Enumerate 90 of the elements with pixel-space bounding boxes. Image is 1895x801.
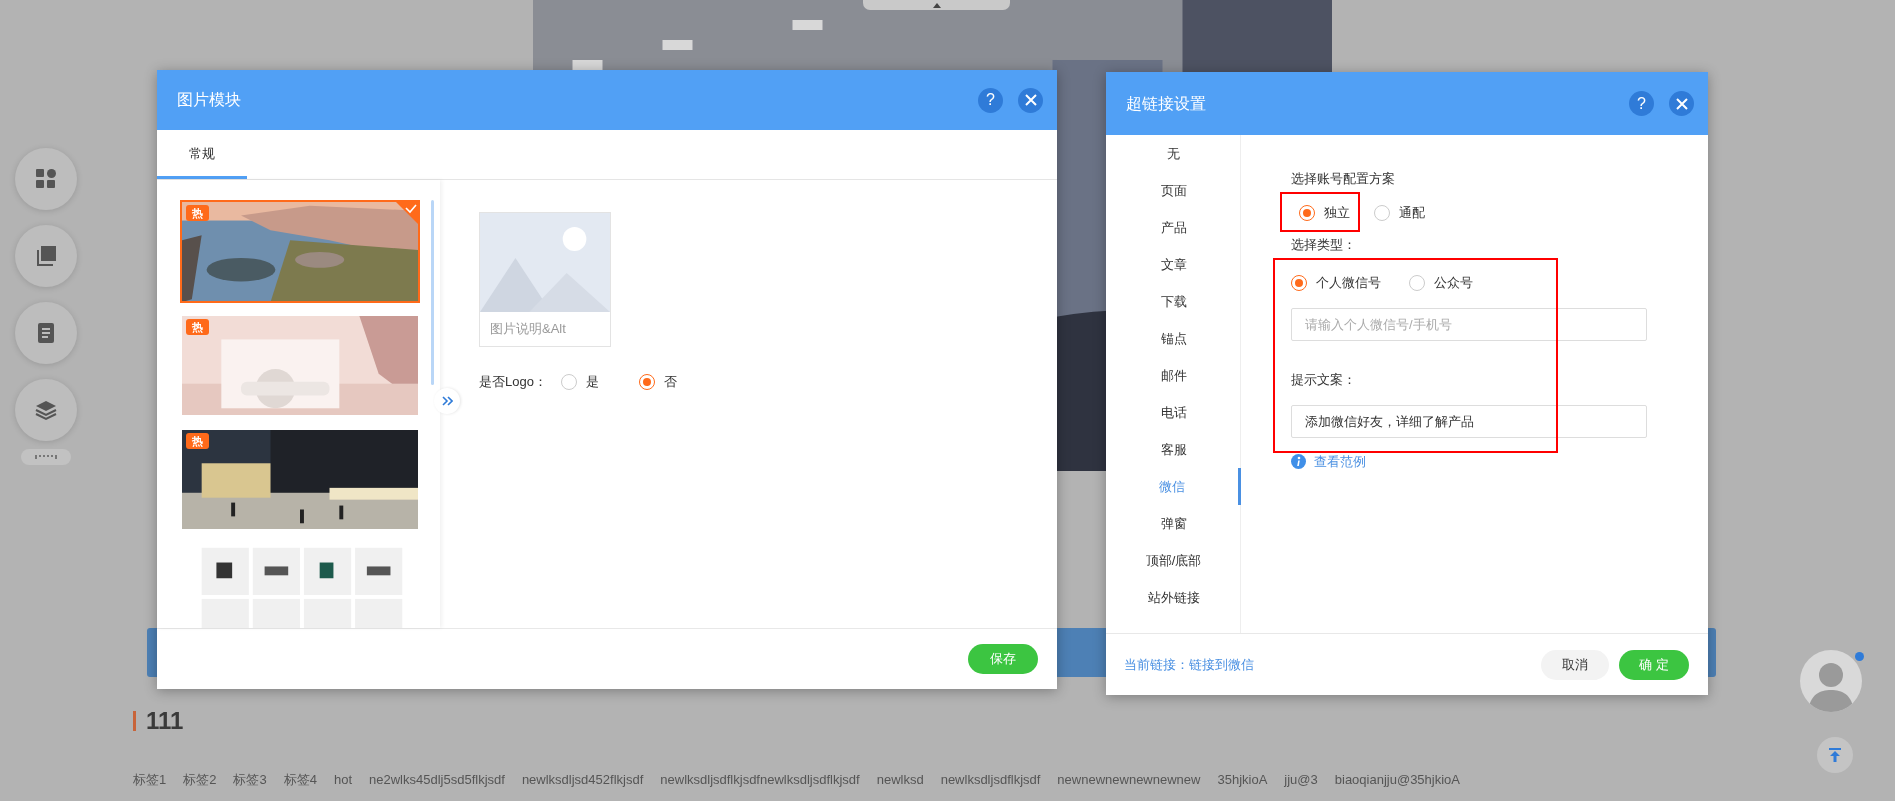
nav-item[interactable]: 页面 — [1106, 172, 1241, 209]
tag-link[interactable]: newlksdljsdflkjsdf — [940, 771, 1041, 789]
image-placeholder-icon — [480, 213, 610, 312]
arrow-up-icon — [1829, 748, 1841, 762]
radio-button[interactable] — [1409, 275, 1425, 291]
field-label: 是否Logo： — [479, 373, 547, 391]
nav-item[interactable]: 客服 — [1106, 431, 1241, 468]
hot-tag: 热 — [186, 433, 209, 449]
hot-tag: 热 — [186, 319, 209, 335]
nav-item[interactable]: 产品 — [1106, 209, 1241, 246]
tag-link[interactable]: 标签3 — [233, 771, 267, 789]
tool-button[interactable] — [15, 379, 77, 441]
help-button[interactable]: ? — [978, 87, 1003, 113]
back-to-top-button[interactable] — [1817, 737, 1853, 773]
grip-icon — [35, 455, 57, 459]
field-label: 提示文案： — [1291, 371, 1356, 389]
image-placeholder[interactable]: 图片说明&Alt — [479, 212, 611, 347]
tag-link[interactable]: 标签1 — [133, 771, 167, 789]
double-chevron-icon — [441, 396, 453, 406]
radio-button[interactable] — [638, 374, 655, 390]
example-link[interactable]: 查看范例 — [1314, 452, 1366, 472]
close-icon — [1675, 97, 1688, 110]
field-label: 选择类型： — [1291, 236, 1356, 254]
nav-item[interactable]: 锚点 — [1106, 320, 1241, 357]
section-heading: 111 — [146, 709, 184, 733]
close-button[interactable] — [1018, 87, 1043, 113]
text-input[interactable]: 请输入个人微信号/手机号 — [1291, 308, 1647, 341]
tag-link[interactable]: biaoqianjju@35hjkioA — [1334, 771, 1460, 789]
radio-button[interactable] — [560, 374, 577, 390]
nav-item[interactable]: 微信 — [1106, 468, 1241, 505]
current-link-text: 当前链接：链接到微信 — [1124, 655, 1255, 674]
tag-link[interactable]: 标签2 — [183, 771, 217, 789]
nav-item[interactable]: 文章 — [1106, 246, 1241, 283]
nav-item[interactable]: 顶部/底部 — [1106, 542, 1241, 579]
nav-item[interactable]: 邮件 — [1106, 357, 1241, 394]
tag-link[interactable]: newlksd — [876, 771, 924, 789]
radio-button[interactable] — [1299, 205, 1315, 221]
radio-label[interactable]: 个人微信号 — [1316, 273, 1381, 293]
expand-button[interactable] — [434, 388, 460, 414]
tool-button[interactable] — [15, 148, 77, 210]
confirm-button[interactable]: 确 定 — [1619, 649, 1689, 680]
text-input[interactable]: 添加微信好友，详细了解产品 — [1291, 405, 1647, 438]
radio-label[interactable]: 独立 — [1324, 203, 1350, 223]
template-thumbnail[interactable]: 热 — [180, 314, 420, 417]
hot-tag: 热 — [186, 205, 209, 221]
widgets-icon — [35, 168, 57, 190]
tool-button[interactable] — [15, 225, 77, 287]
tag-link[interactable]: hot — [333, 771, 352, 789]
check-icon — [396, 202, 418, 224]
info-icon — [1291, 454, 1306, 470]
tag-link[interactable]: jju@3 — [1284, 771, 1318, 789]
nav-item[interactable]: 站外链接 — [1106, 579, 1241, 616]
nav-item[interactable]: 下载 — [1106, 283, 1241, 320]
nav-item[interactable]: 弹窗 — [1106, 505, 1241, 542]
copy-icon — [35, 245, 57, 267]
dialog-title: 超链接设置 — [1126, 93, 1207, 114]
image-caption: 图片说明&Alt — [489, 320, 567, 338]
template-thumbnail[interactable]: 热 — [180, 200, 420, 303]
template-thumbnail[interactable]: 热 — [180, 428, 420, 531]
radio-label[interactable]: 否 — [663, 372, 677, 392]
tag-link[interactable]: newlksdljsdflkjsdfnewlksdljsdflkjsdf — [660, 771, 860, 789]
cancel-button[interactable]: 取消 — [1541, 649, 1609, 680]
field-label: 选择账号配置方案 — [1291, 170, 1395, 188]
radio-label[interactable]: 是 — [585, 372, 599, 392]
help-button[interactable]: ? — [1629, 91, 1654, 116]
tag-link[interactable]: 35hjkioA — [1217, 771, 1268, 789]
scrollbar[interactable] — [431, 200, 434, 385]
collapse-handle[interactable] — [863, 0, 1010, 10]
dialog-title: 图片模块 — [177, 90, 242, 110]
tag-link[interactable]: 标签4 — [283, 771, 317, 789]
close-button[interactable] — [1669, 91, 1694, 116]
radio-label[interactable]: 通配 — [1399, 203, 1425, 223]
caret-up-icon — [932, 2, 941, 8]
tool-button[interactable] — [15, 302, 77, 364]
layers-icon — [35, 399, 57, 421]
drag-handle[interactable] — [21, 449, 71, 465]
radio-button[interactable] — [1374, 205, 1390, 221]
accent-bar — [133, 711, 136, 731]
document-icon — [37, 322, 55, 344]
tag-link[interactable]: ne2wlks45dlj5sd5flkjsdf — [369, 771, 505, 789]
close-icon — [1024, 94, 1037, 106]
nav-item[interactable]: 无 — [1106, 135, 1241, 172]
status-dot — [1855, 652, 1864, 661]
save-button[interactable]: 保存 — [968, 644, 1038, 674]
radio-label[interactable]: 公众号 — [1434, 273, 1473, 293]
tag-link[interactable]: newnewnewnewnewnew — [1057, 771, 1201, 789]
nav-item[interactable]: 电话 — [1106, 394, 1241, 431]
tab[interactable]: 常规 — [157, 130, 247, 179]
tag-link[interactable]: newlksdljsd452flkjsdf — [521, 771, 644, 789]
radio-button[interactable] — [1291, 275, 1307, 291]
